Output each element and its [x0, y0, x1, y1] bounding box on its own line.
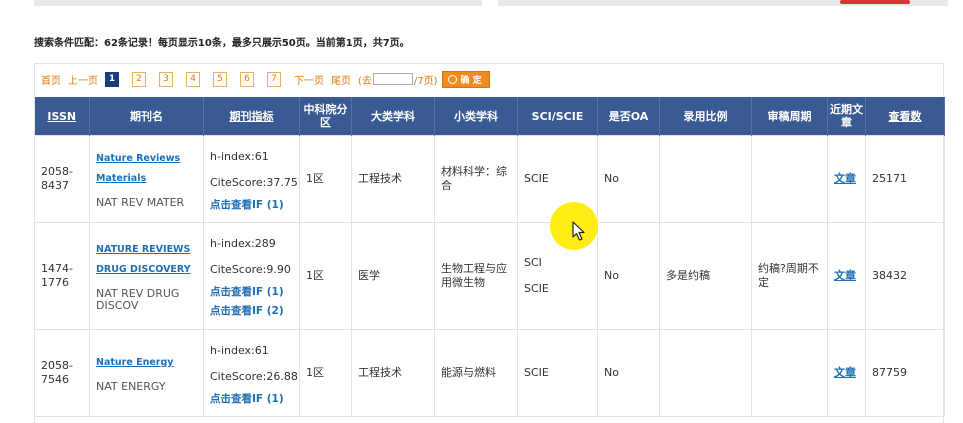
acceptance-rate-cell: 多是约稿 [659, 222, 752, 330]
article-link[interactable]: 文章 [834, 172, 856, 185]
citescore: CiteScore:9.90 [210, 263, 291, 276]
journal-title-link[interactable]: DRUG DISCOVERY [96, 260, 197, 280]
confirm-label: 确 定 [460, 75, 482, 86]
journal-abbreviation: NAT REV MATER [96, 196, 185, 209]
page-jump-input[interactable] [372, 73, 413, 85]
article-link[interactable]: 文章 [834, 269, 856, 282]
pagination: 首页 上一页 1 2 3 4 5 6 7 下一页 尾页 (去 /7页) 确 定 [41, 70, 490, 88]
views-cell: 38432 [865, 222, 945, 330]
first-page-link[interactable]: 首页 [41, 72, 61, 87]
jump-suffix: /7页) [413, 75, 438, 87]
journal-abbreviation: NAT REV DRUG DISCOV [96, 287, 180, 312]
h-index: h-index:289 [210, 237, 276, 250]
oa-cell: No [597, 329, 660, 417]
journal-table: ISSN 期刊名 期刊指标 中科院分区 大类学科 小类学科 SCI/SCIE 是… [34, 97, 945, 417]
views-cell: 87759 [865, 329, 945, 417]
header-acceptance-rate: 录用比例 [659, 97, 752, 136]
minor-subject-cell: 能源与燃料 [434, 329, 518, 417]
citescore: CiteScore:37.75 [210, 175, 298, 189]
table-row: 2058-7546 Nature Energy NAT ENERGY h-ind… [34, 329, 945, 417]
jump-prefix: (去 [358, 75, 372, 87]
header-minor-subject: 小类学科 [434, 97, 518, 136]
recent-articles-cell: 文章 [827, 135, 866, 223]
journal-title-link[interactable]: Nature Reviews [96, 149, 197, 169]
journal-title-link[interactable]: NATURE REVIEWS [96, 240, 197, 260]
acceptance-rate-cell [659, 329, 752, 417]
sci-type: SCIE [524, 172, 549, 185]
recent-articles-cell: 文章 [827, 329, 866, 417]
review-cycle-cell [751, 135, 828, 223]
banner-red-mark [840, 0, 910, 4]
header-cas-zone: 中科院分区 [299, 97, 352, 136]
header-journal-metric[interactable]: 期刊指标 [203, 97, 300, 136]
cas-zone-cell: 1区 [299, 222, 352, 330]
view-if-link[interactable]: 点击查看IF (1) [210, 283, 293, 302]
header-journal-name: 期刊名 [89, 97, 204, 136]
oa-cell: No [597, 135, 660, 223]
article-link[interactable]: 文章 [834, 366, 856, 379]
circle-icon [447, 74, 457, 84]
major-subject-cell: 工程技术 [351, 329, 435, 417]
page-number-2[interactable]: 2 [132, 71, 146, 87]
issn-cell: 1474-1776 [34, 222, 90, 330]
header-sci: SCI/SCIE [517, 97, 598, 136]
header-major-subject: 大类学科 [351, 97, 435, 136]
page-number-5[interactable]: 5 [213, 71, 227, 87]
sci-type: SCI [524, 256, 542, 269]
sci-type: SCIE [524, 282, 549, 295]
journal-abbreviation: NAT ENERGY [96, 380, 166, 393]
confirm-button[interactable]: 确 定 [441, 70, 490, 88]
page-number-4[interactable]: 4 [186, 71, 200, 87]
view-if-link[interactable]: 点击查看IF (1) [210, 390, 293, 409]
mouse-pointer-icon [572, 221, 585, 241]
journal-name-cell: NATURE REVIEWS DRUG DISCOVERY NAT REV DR… [89, 222, 204, 330]
journal-name-cell: Nature Reviews Materials NAT REV MATER [89, 135, 204, 223]
header-review-cycle: 审稿周期 [751, 97, 828, 136]
view-if-link[interactable]: 点击查看IF (2) [210, 302, 293, 321]
metric-cell: h-index:61 CiteScore:26.88 点击查看IF (1) [203, 329, 300, 417]
search-summary: 搜索条件匹配：62条记录！每页显示10条，最多只展示50页。当前第1页，共7页。 [34, 38, 410, 49]
oa-cell: No [597, 222, 660, 330]
issn-cell: 2058-7546 [34, 329, 90, 417]
table-header-row: ISSN 期刊名 期刊指标 中科院分区 大类学科 小类学科 SCI/SCIE 是… [34, 97, 945, 136]
cas-zone-cell: 1区 [299, 135, 352, 223]
views-cell: 25171 [865, 135, 945, 223]
minor-subject-cell: 材料科学：综合 [434, 135, 518, 223]
major-subject-cell: 医学 [351, 222, 435, 330]
page-number-1[interactable]: 1 [105, 71, 119, 87]
header-issn[interactable]: ISSN [34, 97, 90, 136]
journal-title-link[interactable]: Nature Energy [96, 353, 197, 373]
journal-title-link[interactable]: Materials [96, 169, 197, 189]
header-views[interactable]: 查看数 [865, 97, 945, 136]
table-row: 1474-1776 NATURE REVIEWS DRUG DISCOVERY … [34, 222, 945, 330]
sci-type: SCIE [524, 366, 549, 379]
recent-articles-cell: 文章 [827, 222, 866, 330]
top-banner-left [34, 0, 482, 6]
metric-cell: h-index:61 CiteScore:37.75 点击查看IF (1) [203, 135, 300, 223]
h-index: h-index:61 [210, 149, 269, 163]
acceptance-rate-cell [659, 135, 752, 223]
issn-cell: 2058-8437 [34, 135, 90, 223]
table-row: 2058-8437 Nature Reviews Materials NAT R… [34, 135, 945, 223]
major-subject-cell: 工程技术 [351, 135, 435, 223]
next-page-link[interactable]: 下一页 [294, 72, 324, 87]
minor-subject-cell: 生物工程与应用微生物 [434, 222, 518, 330]
metric-cell: h-index:289 CiteScore:9.90 点击查看IF (1) 点击… [203, 222, 300, 330]
header-recent-articles: 近期文章 [827, 97, 866, 136]
page-number-6[interactable]: 6 [240, 71, 254, 87]
page-number-7[interactable]: 7 [267, 71, 281, 87]
view-if-link[interactable]: 点击查看IF (1) [210, 196, 293, 215]
page-number-3[interactable]: 3 [159, 71, 173, 87]
cas-zone-cell: 1区 [299, 329, 352, 417]
prev-page-link[interactable]: 上一页 [68, 72, 98, 87]
last-page-link[interactable]: 尾页 [331, 72, 351, 87]
sci-cell: SCIE [517, 329, 598, 417]
review-cycle-cell [751, 329, 828, 417]
journal-name-cell: Nature Energy NAT ENERGY [89, 329, 204, 417]
top-banner-right [498, 0, 948, 6]
h-index: h-index:61 [210, 343, 269, 357]
review-cycle-cell: 约稿?周期不定 [751, 222, 828, 330]
header-oa: 是否OA [597, 97, 660, 136]
citescore: CiteScore:26.88 [210, 369, 298, 383]
